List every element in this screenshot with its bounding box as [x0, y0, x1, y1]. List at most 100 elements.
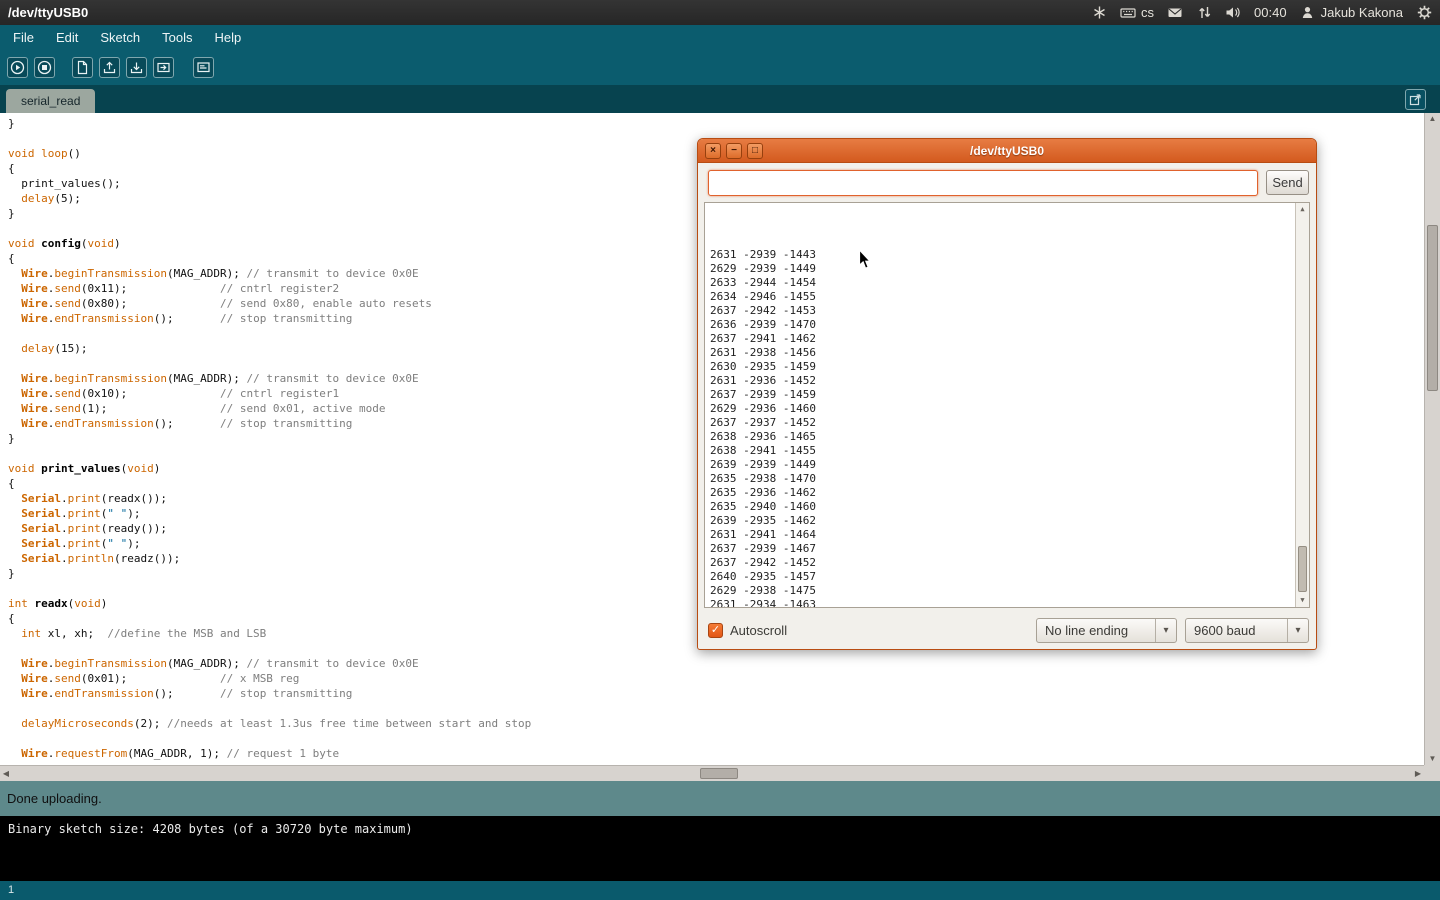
serial-line: 2629 -2938 -1475	[710, 584, 1309, 598]
serial-line: 2637 -2941 -1462	[710, 332, 1309, 346]
serial-line: 2631 -2938 -1456	[710, 346, 1309, 360]
chevron-down-icon[interactable]: ▾	[1287, 619, 1308, 642]
line-ending-dropdown[interactable]: No line ending ▾	[1036, 618, 1177, 643]
code-line: Wire.beginTransmission(MAG_ADDR); // tra…	[8, 656, 1424, 671]
serial-line: 2629 -2936 -1460	[710, 402, 1309, 416]
code-line: Wire.requestFrom(MAG_ADDR, 1); // reques…	[8, 746, 1424, 761]
minimize-button[interactable]: −	[726, 143, 742, 159]
serial-line: 2639 -2935 -1462	[710, 514, 1309, 528]
gear-icon[interactable]	[1416, 5, 1432, 21]
scroll-up-icon[interactable]: ▲	[1425, 113, 1440, 125]
serial-line: 2633 -2944 -1454	[710, 276, 1309, 290]
editor-vertical-scrollbar[interactable]: ▲ ▼	[1424, 113, 1440, 765]
serial-line: 2637 -2937 -1452	[710, 416, 1309, 430]
serial-monitor-titlebar[interactable]: /dev/ttyUSB0 × − □	[698, 139, 1316, 163]
tab-bar: serial_read	[0, 85, 1440, 113]
mouse-cursor-icon	[858, 249, 872, 276]
serial-line: 2630 -2935 -1459	[710, 360, 1309, 374]
code-line	[8, 731, 1424, 746]
line-ending-value: No line ending	[1037, 619, 1155, 642]
serial-line: 2638 -2936 -1465	[710, 430, 1309, 444]
serial-monitor-title: /dev/ttyUSB0	[698, 139, 1316, 163]
desktop: /dev/ttyUSB0 cs 00:40	[0, 0, 1440, 900]
upload-button[interactable]	[153, 57, 174, 78]
panel-app-title: /dev/ttyUSB0	[8, 5, 88, 20]
menu-tools[interactable]: Tools	[151, 25, 203, 50]
menu-file[interactable]: File	[2, 25, 45, 50]
serial-line: 2634 -2946 -1455	[710, 290, 1309, 304]
clock[interactable]: 00:40	[1254, 5, 1287, 20]
code-line: Wire.send(0x01); // x MSB reg	[8, 671, 1424, 686]
serial-monitor-button[interactable]	[193, 57, 214, 78]
open-sketch-button[interactable]	[99, 57, 120, 78]
menu-edit[interactable]: Edit	[45, 25, 89, 50]
serial-line: 2639 -2939 -1449	[710, 458, 1309, 472]
maximize-button[interactable]: □	[747, 143, 763, 159]
serial-line: 2636 -2939 -1470	[710, 318, 1309, 332]
username-label: Jakub Kakona	[1321, 5, 1403, 20]
line-number-indicator: 1	[8, 884, 14, 896]
mail-icon[interactable]	[1167, 5, 1183, 21]
menu-bar: FileEditSketchToolsHelp	[0, 25, 1440, 50]
menu-help[interactable]: Help	[203, 25, 252, 50]
build-console: Binary sketch size: 4208 bytes (of a 307…	[0, 816, 1440, 881]
network-icon[interactable]	[1196, 5, 1212, 21]
serial-scroll-thumb[interactable]	[1298, 546, 1307, 592]
scroll-down-icon[interactable]: ▼	[1425, 753, 1440, 765]
new-sketch-button[interactable]	[72, 57, 93, 78]
serial-send-input[interactable]	[708, 170, 1258, 196]
user-menu[interactable]: Jakub Kakona	[1300, 5, 1403, 21]
panel-indicators: cs 00:40 Jakub Kakona	[1091, 5, 1432, 21]
serial-line: 2635 -2938 -1470	[710, 472, 1309, 486]
serial-line: 2631 -2934 -1463	[710, 598, 1309, 608]
top-panel: /dev/ttyUSB0 cs 00:40	[0, 0, 1440, 25]
window-controls: × − □	[705, 143, 763, 159]
verify-button[interactable]	[7, 57, 28, 78]
editor-hscroll-thumb[interactable]	[700, 768, 738, 779]
serial-line: 2631 -2941 -1464	[710, 528, 1309, 542]
tab-serial-read[interactable]: serial_read	[6, 89, 95, 113]
chevron-down-icon[interactable]: ▾	[1155, 619, 1176, 642]
scroll-down-icon[interactable]: ▼	[1296, 595, 1309, 606]
keyboard-layout-label: cs	[1141, 5, 1154, 20]
serial-line: 2637 -2942 -1453	[710, 304, 1309, 318]
serial-line: 2637 -2939 -1467	[710, 542, 1309, 556]
serial-monitor-window: /dev/ttyUSB0 × − □ Send ▲ ▼ 2631 -2939 -…	[697, 138, 1317, 650]
serial-line: 2635 -2940 -1460	[710, 500, 1309, 514]
stop-button[interactable]	[34, 57, 55, 78]
menu-sketch[interactable]: Sketch	[89, 25, 151, 50]
scroll-up-icon[interactable]: ▲	[1296, 204, 1309, 215]
baud-rate-value: 9600 baud	[1186, 619, 1287, 642]
code-line: }	[8, 116, 1424, 131]
save-sketch-button[interactable]	[126, 57, 147, 78]
scroll-left-icon[interactable]: ◀	[0, 766, 12, 781]
close-button[interactable]: ×	[705, 143, 721, 159]
serial-line: 2637 -2939 -1459	[710, 388, 1309, 402]
baud-rate-dropdown[interactable]: 9600 baud ▾	[1185, 618, 1309, 643]
send-button[interactable]: Send	[1266, 170, 1309, 195]
serial-line: 2637 -2942 -1452	[710, 556, 1309, 570]
serial-line: 2638 -2941 -1455	[710, 444, 1309, 458]
keyboard-icon	[1120, 5, 1136, 21]
autoscroll-checkbox[interactable]: ✓	[708, 623, 723, 638]
autoscroll-label: Autoscroll	[730, 619, 787, 643]
indicator-icon[interactable]	[1091, 5, 1107, 21]
serial-line: 2635 -2936 -1462	[710, 486, 1309, 500]
keyboard-indicator[interactable]: cs	[1120, 5, 1154, 21]
user-icon	[1300, 5, 1316, 21]
tab-menu-button[interactable]	[1405, 89, 1426, 110]
serial-output[interactable]: ▲ ▼ 2631 -2939 -14432629 -2939 -14492633…	[704, 202, 1310, 608]
serial-line: 2631 -2936 -1452	[710, 374, 1309, 388]
toolbar	[0, 50, 1440, 85]
scrollbar-corner	[1424, 765, 1440, 781]
footer-strip: 1	[0, 881, 1440, 900]
serial-line: 2629 -2939 -1449	[710, 262, 1309, 276]
serial-output-scrollbar[interactable]: ▲ ▼	[1295, 203, 1309, 607]
scroll-right-icon[interactable]: ▶	[1412, 766, 1424, 781]
serial-line: 2640 -2935 -1457	[710, 570, 1309, 584]
editor-vscroll-thumb[interactable]	[1427, 225, 1438, 391]
editor-horizontal-scrollbar[interactable]: ◀ ▶	[0, 765, 1424, 781]
status-bar: Done uploading.	[0, 781, 1440, 816]
volume-icon[interactable]	[1225, 5, 1241, 21]
serial-line: 2631 -2939 -1443	[710, 248, 1309, 262]
